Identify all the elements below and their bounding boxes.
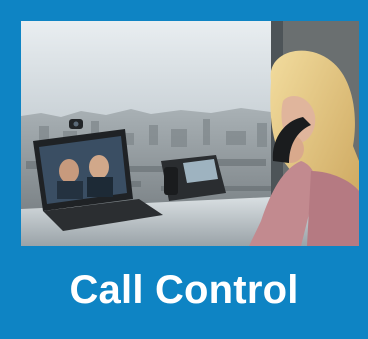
tile-photo (21, 21, 359, 246)
call-control-tile[interactable]: Call Control (0, 0, 368, 339)
tile-caption: Call Control (69, 267, 299, 312)
